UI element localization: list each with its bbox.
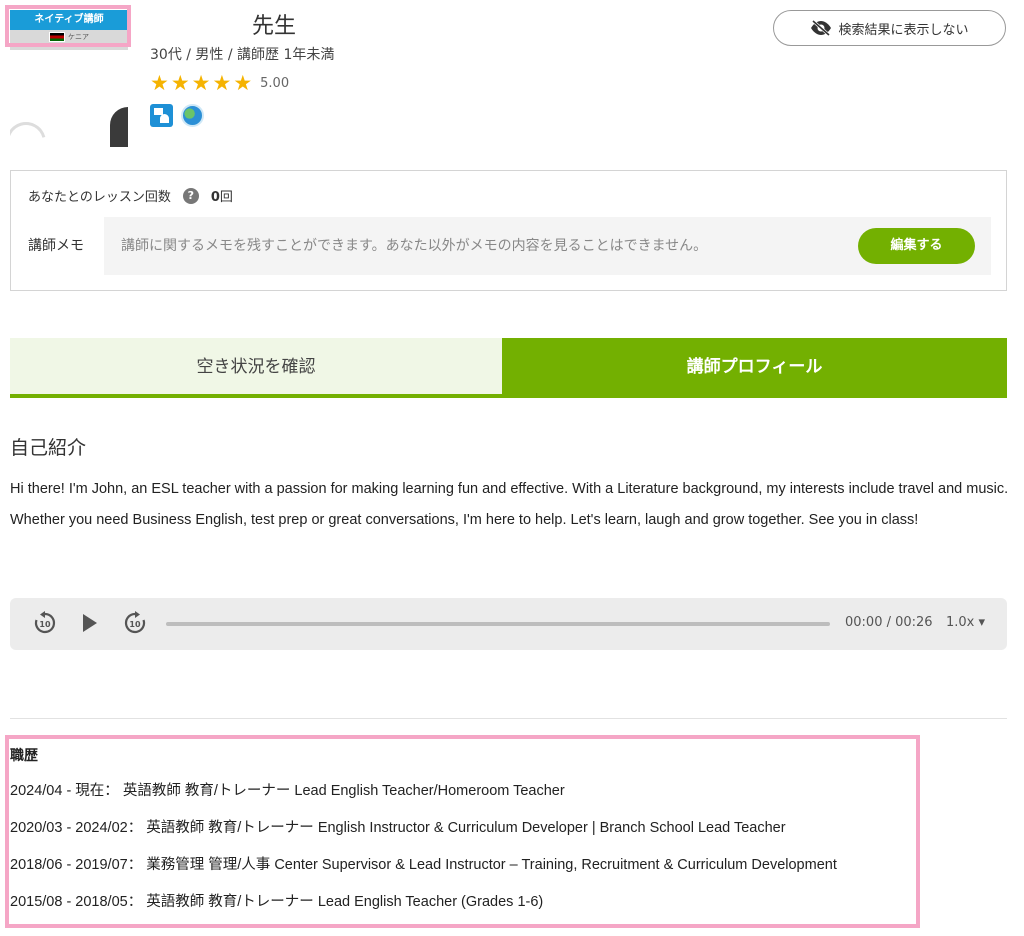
star-icon: ★ — [191, 71, 211, 95]
badge-highlight — [5, 5, 131, 47]
lesson-icon — [150, 104, 173, 127]
svg-text:10: 10 — [39, 620, 51, 629]
intro-title: 自己紹介 — [10, 437, 87, 459]
career-item: 2015/08 - 2018/05： 英語教師 教育/トレーナー Lead En… — [10, 894, 544, 910]
star-icon: ★ — [150, 71, 169, 95]
edit-memo-button[interactable]: 編集する — [858, 228, 975, 264]
playback-speed-select[interactable]: 1.0x ▾ — [946, 615, 985, 630]
play-icon[interactable] — [83, 614, 97, 632]
svg-text:10: 10 — [129, 620, 141, 629]
memo-label: 講師メモ — [28, 238, 84, 254]
star-icon: ★ — [233, 71, 253, 95]
lesson-count-value: 0 — [210, 190, 220, 205]
career-item: 2018/06 - 2019/07： 業務管理 管理/人事 Center Sup… — [10, 857, 837, 873]
lesson-count-label: あなたとのレッスン回数 — [28, 190, 171, 205]
audio-time: 00:00 / 00:26 — [845, 615, 933, 630]
career-item: 2024/04 - 現在： 英語教師 教育/トレーナー Lead English… — [10, 783, 565, 799]
career-list: 2024/04 - 現在： 英語教師 教育/トレーナー Lead English… — [10, 776, 837, 924]
star-icon: ★ — [170, 71, 190, 95]
hide-from-search-button[interactable]: 検索結果に表示しない — [773, 10, 1006, 46]
career-title: 職歴 — [10, 748, 38, 764]
intro-text: Hi there! I'm John, an ESL teacher with … — [10, 481, 1009, 528]
avatar — [10, 50, 128, 147]
tab-availability[interactable]: 空き状況を確認 — [10, 338, 502, 396]
feature-icons — [150, 104, 204, 127]
lesson-count: あなたとのレッスン回数 ? 0回 — [28, 186, 233, 205]
divider — [10, 718, 1007, 719]
rating-stars: ★ ★ ★ ★ ★ 5.00 — [150, 71, 290, 95]
lesson-count-unit: 回 — [219, 190, 233, 205]
hide-button-label: 検索結果に表示しない — [838, 22, 969, 38]
tab-profile[interactable]: 講師プロフィール — [502, 338, 1007, 396]
rating-value: 5.00 — [260, 75, 290, 91]
rewind-10-icon[interactable]: 10 — [33, 611, 57, 635]
star-icon: ★ — [212, 71, 232, 95]
question-icon[interactable]: ? — [182, 187, 199, 204]
globe-icon — [181, 104, 204, 127]
audio-progress-bar[interactable] — [166, 622, 830, 626]
career-item: 2020/03 - 2024/02： 英語教師 教育/トレーナー English… — [10, 820, 786, 836]
teacher-name: 先生 — [252, 14, 297, 39]
memo-placeholder: 講師に関するメモを残すことができます。あなた以外がメモの内容を見ることはできませ… — [121, 238, 708, 254]
tab-underline — [10, 394, 1007, 398]
teacher-meta: 30代 / 男性 / 講師歴 1年未満 — [150, 47, 335, 63]
eye-slash-icon — [811, 20, 832, 36]
forward-10-icon[interactable]: 10 — [123, 611, 147, 635]
